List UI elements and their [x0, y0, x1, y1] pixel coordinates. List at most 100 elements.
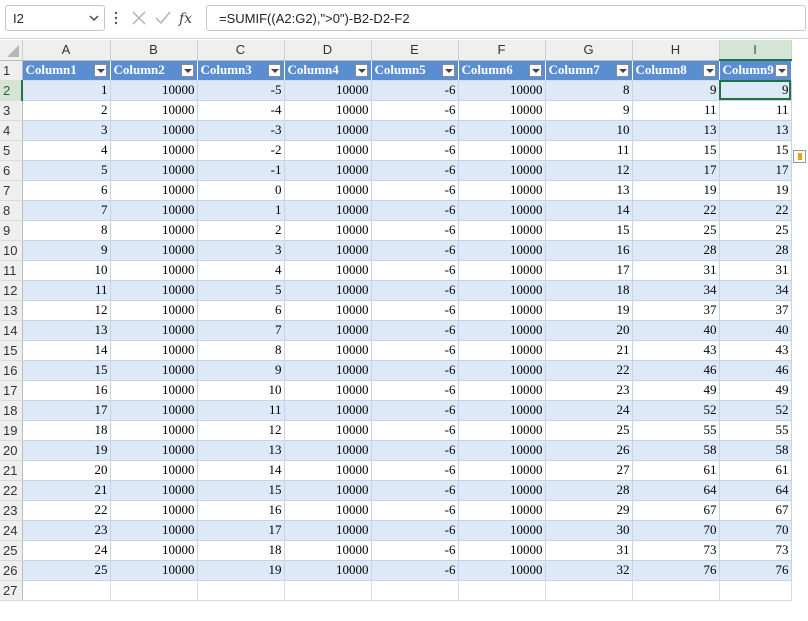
- table-cell[interactable]: 10000: [110, 360, 198, 381]
- table-cell[interactable]: 10000: [458, 140, 546, 161]
- table-cell[interactable]: 34: [632, 280, 720, 301]
- table-cell[interactable]: -6: [371, 440, 459, 461]
- row-header[interactable]: 3: [0, 100, 23, 121]
- table-cell[interactable]: 10000: [458, 240, 546, 261]
- table-cell[interactable]: 17: [197, 520, 285, 541]
- table-cell[interactable]: 32: [545, 560, 633, 581]
- table-cell[interactable]: 10000: [110, 180, 198, 201]
- row-header[interactable]: 22: [0, 480, 23, 501]
- row-header[interactable]: 25: [0, 540, 23, 561]
- table-header-cell[interactable]: Column3: [197, 60, 285, 81]
- filter-dropdown-icon[interactable]: [441, 63, 455, 77]
- table-cell[interactable]: -6: [371, 300, 459, 321]
- table-cell[interactable]: 3: [22, 120, 111, 141]
- table-cell[interactable]: 76: [632, 560, 720, 581]
- row-header[interactable]: 23: [0, 500, 23, 521]
- check-icon[interactable]: [154, 9, 172, 27]
- table-cell[interactable]: 67: [719, 500, 792, 521]
- table-cell[interactable]: 13: [22, 320, 111, 341]
- table-cell[interactable]: 1: [197, 200, 285, 221]
- table-cell[interactable]: 22: [632, 200, 720, 221]
- filter-dropdown-icon[interactable]: [180, 63, 194, 77]
- table-cell[interactable]: -5: [197, 80, 285, 101]
- table-cell[interactable]: 11: [719, 100, 792, 121]
- table-cell[interactable]: 21: [545, 340, 633, 361]
- table-cell[interactable]: 14: [197, 460, 285, 481]
- table-cell[interactable]: 10000: [284, 240, 372, 261]
- empty-cell[interactable]: [22, 580, 111, 601]
- table-cell[interactable]: 10000: [458, 160, 546, 181]
- table-cell[interactable]: -6: [371, 380, 459, 401]
- table-cell[interactable]: 10000: [110, 320, 198, 341]
- filter-dropdown-icon[interactable]: [528, 63, 542, 77]
- table-cell[interactable]: 11: [197, 400, 285, 421]
- table-cell[interactable]: 11: [22, 280, 111, 301]
- table-header-cell[interactable]: Column4: [284, 60, 372, 81]
- row-header[interactable]: 5: [0, 140, 23, 161]
- table-cell[interactable]: -6: [371, 320, 459, 341]
- table-cell[interactable]: 8: [545, 80, 633, 101]
- table-cell[interactable]: 14: [22, 340, 111, 361]
- table-cell[interactable]: 10000: [110, 260, 198, 281]
- table-cell[interactable]: 9: [197, 360, 285, 381]
- table-cell[interactable]: 10000: [284, 300, 372, 321]
- table-cell[interactable]: 19: [719, 180, 792, 201]
- table-cell[interactable]: -6: [371, 160, 459, 181]
- filter-dropdown-icon[interactable]: [354, 63, 368, 77]
- filter-dropdown-icon[interactable]: [702, 63, 716, 77]
- table-cell[interactable]: 5: [197, 280, 285, 301]
- table-cell[interactable]: 15: [22, 360, 111, 381]
- table-cell[interactable]: 17: [545, 260, 633, 281]
- table-cell[interactable]: 58: [719, 440, 792, 461]
- table-cell[interactable]: 10: [22, 260, 111, 281]
- table-cell[interactable]: 10000: [110, 340, 198, 361]
- table-cell[interactable]: 0: [197, 180, 285, 201]
- table-cell[interactable]: 25: [545, 420, 633, 441]
- table-cell[interactable]: 10000: [110, 400, 198, 421]
- table-cell[interactable]: 30: [545, 520, 633, 541]
- column-header-c[interactable]: C: [197, 40, 285, 61]
- table-cell[interactable]: 25: [22, 560, 111, 581]
- table-cell[interactable]: 10000: [284, 520, 372, 541]
- table-cell[interactable]: 7: [197, 320, 285, 341]
- table-cell[interactable]: 10000: [458, 500, 546, 521]
- row-header[interactable]: 9: [0, 220, 23, 241]
- table-cell[interactable]: 10000: [110, 140, 198, 161]
- empty-cell[interactable]: [110, 580, 198, 601]
- table-cell[interactable]: 46: [719, 360, 792, 381]
- table-cell[interactable]: 25: [632, 220, 720, 241]
- table-header-cell[interactable]: Column6: [458, 60, 546, 81]
- table-cell[interactable]: 10000: [284, 360, 372, 381]
- row-header[interactable]: 11: [0, 260, 23, 281]
- column-header-d[interactable]: D: [284, 40, 372, 61]
- table-cell[interactable]: 10000: [284, 200, 372, 221]
- table-cell[interactable]: 10000: [284, 120, 372, 141]
- table-cell[interactable]: 8: [22, 220, 111, 241]
- empty-cell[interactable]: [545, 580, 633, 601]
- table-cell[interactable]: 37: [632, 300, 720, 321]
- table-cell[interactable]: 10000: [110, 380, 198, 401]
- table-cell[interactable]: 10000: [458, 340, 546, 361]
- table-header-cell[interactable]: Column7: [545, 60, 633, 81]
- row-header[interactable]: 20: [0, 440, 23, 461]
- table-cell[interactable]: 2: [22, 100, 111, 121]
- table-cell[interactable]: 11: [545, 140, 633, 161]
- table-cell[interactable]: 10000: [284, 400, 372, 421]
- table-cell[interactable]: 49: [632, 380, 720, 401]
- table-cell[interactable]: 19: [545, 300, 633, 321]
- row-header[interactable]: 13: [0, 300, 23, 321]
- table-cell[interactable]: 22: [22, 500, 111, 521]
- table-cell[interactable]: 28: [545, 480, 633, 501]
- table-cell[interactable]: 10000: [110, 200, 198, 221]
- table-cell[interactable]: 10000: [284, 160, 372, 181]
- table-cell[interactable]: 16: [545, 240, 633, 261]
- table-cell[interactable]: 27: [545, 460, 633, 481]
- table-cell[interactable]: 29: [545, 500, 633, 521]
- table-cell[interactable]: 19: [22, 440, 111, 461]
- row-header[interactable]: 4: [0, 120, 23, 141]
- table-cell[interactable]: 23: [545, 380, 633, 401]
- table-cell[interactable]: 37: [719, 300, 792, 321]
- name-box[interactable]: I2: [5, 5, 105, 31]
- table-cell[interactable]: 28: [719, 240, 792, 261]
- empty-cell[interactable]: [458, 580, 546, 601]
